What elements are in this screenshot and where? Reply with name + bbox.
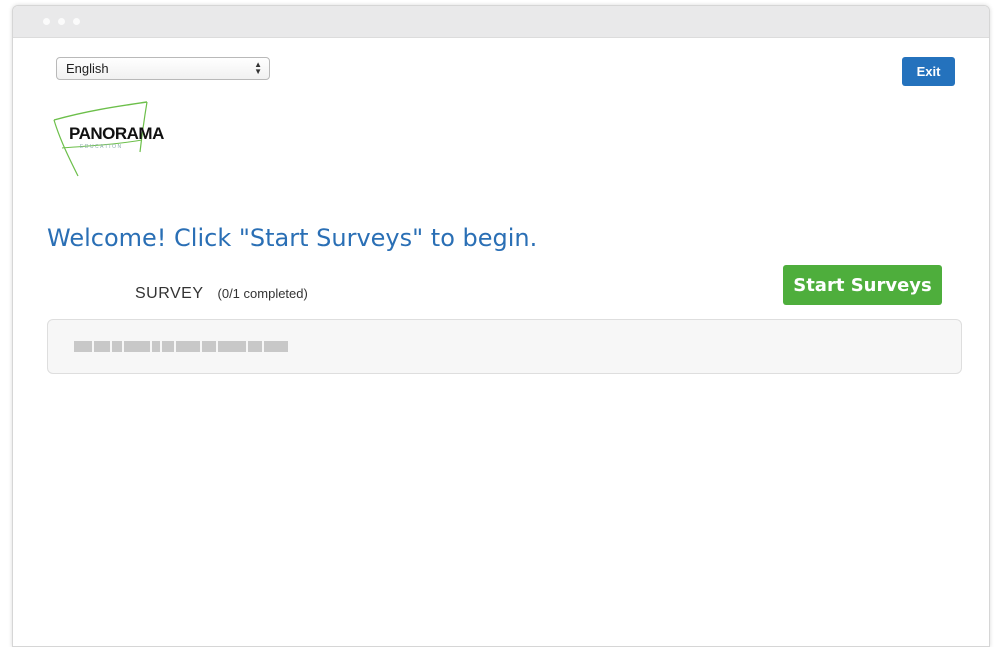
survey-label: SURVEY (135, 285, 204, 302)
select-arrows-icon: ▲ ▼ (254, 60, 262, 76)
survey-section-header: SURVEY (0/1 completed) (135, 285, 308, 303)
redacted-survey-name (74, 340, 288, 352)
start-surveys-button[interactable]: Start Surveys (783, 265, 942, 305)
exit-button[interactable]: Exit (902, 57, 955, 86)
survey-list-item[interactable] (47, 319, 962, 374)
language-select-value: English (66, 61, 109, 76)
survey-progress-count: (0/1 completed) (217, 286, 308, 301)
maximize-window-button[interactable] (73, 18, 80, 25)
logo-brand-text: PANORAMA (69, 124, 164, 143)
minimize-window-button[interactable] (58, 18, 65, 25)
logo-sub-text: EDUCATION (80, 144, 123, 150)
panorama-logo: PANORAMA EDUCATION (50, 100, 190, 180)
window-titlebar (13, 6, 989, 38)
traffic-lights (43, 18, 80, 25)
language-select[interactable]: English ▲ ▼ (56, 57, 270, 80)
close-window-button[interactable] (43, 18, 50, 25)
page-title: Welcome! Click "Start Surveys" to begin. (47, 224, 538, 252)
